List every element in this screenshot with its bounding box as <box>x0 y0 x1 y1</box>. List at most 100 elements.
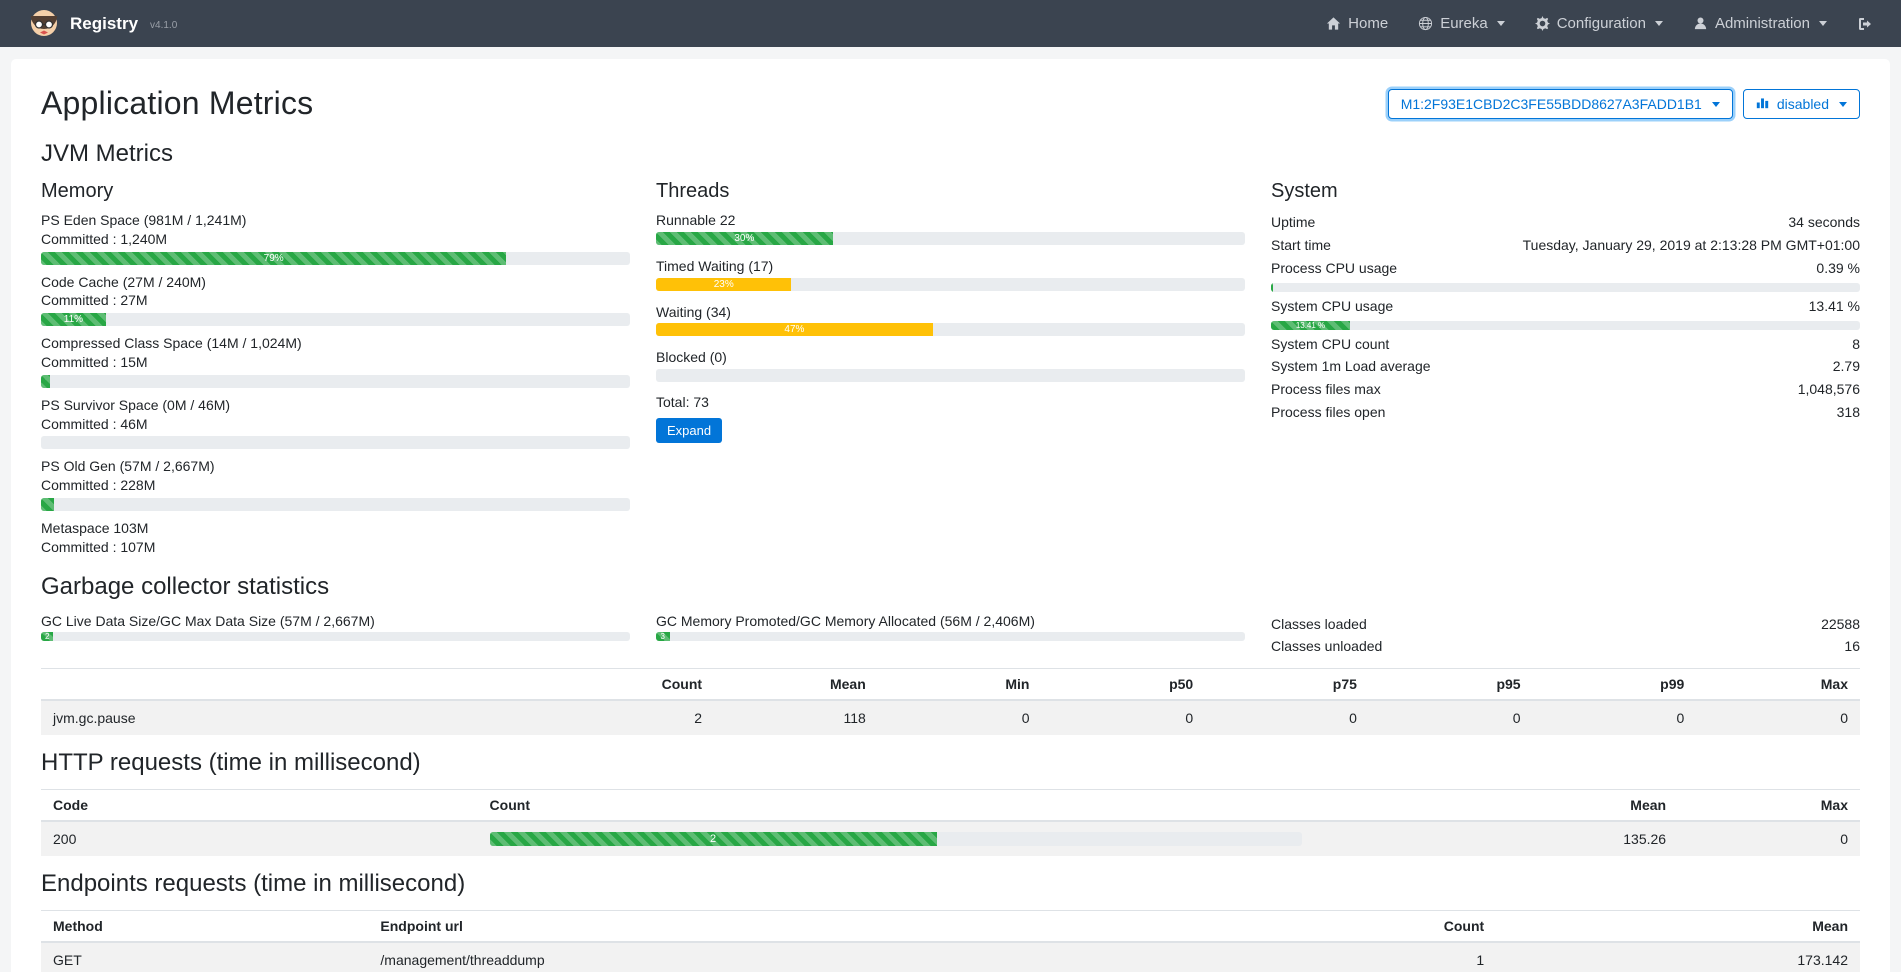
system-row-process-cpu: Process CPU usage 0.39 % <box>1271 257 1860 280</box>
progress-fill: 11% <box>41 313 106 326</box>
progress-label: 30% <box>734 233 754 244</box>
gc-live-data: GC Live Data Size/GC Max Data Size (57M … <box>41 613 630 659</box>
metric-title: Runnable 22 <box>656 211 1245 230</box>
metric-committed: Committed : 46M <box>41 415 630 434</box>
system-row-label: System CPU count <box>1271 335 1389 354</box>
nav-eureka-label: Eureka <box>1440 15 1488 32</box>
metric-title: Metaspace 103M <box>41 519 630 538</box>
user-icon <box>1693 16 1708 31</box>
progress-fill <box>41 375 50 388</box>
threads-heading: Threads <box>656 180 1245 203</box>
refresh-dropdown[interactable]: disabled <box>1743 89 1860 119</box>
instance-selector-label: M1:2F93E1CBD2C3FE55BDD8627A3FADD1B1 <box>1401 96 1702 112</box>
chevron-down-icon <box>1497 21 1505 26</box>
column-header-max: Max <box>1678 790 1860 822</box>
gc-memory-promoted-title: GC Memory Promoted/GC Memory Allocated (… <box>656 613 1245 630</box>
system-row-value: 13.41 % <box>1809 297 1860 316</box>
progress-fill: 47% <box>656 323 933 336</box>
progress-label: 47% <box>784 324 804 335</box>
nav-administration[interactable]: Administration <box>1693 15 1827 32</box>
column-header-count: Count <box>550 669 714 701</box>
system-row-value: 8 <box>1852 335 1860 354</box>
brand[interactable]: Registry v4.1.0 <box>28 6 177 41</box>
gc-grid: GC Live Data Size/GC Max Data Size (57M … <box>41 613 1860 659</box>
nav-configuration[interactable]: Configuration <box>1535 15 1663 32</box>
system-row-cpu-count: System CPU count 8 <box>1271 333 1860 356</box>
http-row-max: 0 <box>1678 821 1860 856</box>
system-row-files-max: Process files max 1,048,576 <box>1271 378 1860 401</box>
top-navbar: Registry v4.1.0 Home Eureka Configuratio… <box>0 0 1901 47</box>
navbar-menu: Home Eureka Configuration Administration <box>1326 15 1873 32</box>
metric-title: Code Cache (27M / 240M) <box>41 273 630 292</box>
metric-committed: Committed : 15M <box>41 353 630 372</box>
progress-bar <box>1271 283 1860 292</box>
gc-table-header-row: Count Mean Min p50 p75 p95 p99 Max <box>41 669 1860 701</box>
chevron-down-icon <box>1712 102 1720 107</box>
metric-title: Waiting (34) <box>656 303 1245 322</box>
metric-committed: Committed : 1,240M <box>41 230 630 249</box>
thread-metric-timed-waiting: Timed Waiting (17) 23% <box>656 257 1245 291</box>
classes-unloaded-row: Classes unloaded 16 <box>1271 635 1860 658</box>
system-row-label: System 1m Load average <box>1271 357 1431 376</box>
classes-unloaded-value: 16 <box>1844 637 1860 656</box>
column-header-mean: Mean <box>1314 790 1678 822</box>
column-header-p95: p95 <box>1369 669 1533 701</box>
http-row-count-cell: 2 <box>478 821 1315 856</box>
gc-row-count: 2 <box>550 700 714 735</box>
endpoint-method: GET <box>41 942 368 972</box>
instance-selector-dropdown[interactable]: M1:2F93E1CBD2C3FE55BDD8627A3FADD1B1 <box>1388 89 1733 119</box>
column-header-count: Count <box>478 790 1315 822</box>
progress-bar <box>656 369 1245 382</box>
gc-table: Count Mean Min p50 p75 p95 p99 Max jvm.g… <box>41 668 1860 735</box>
nav-configuration-label: Configuration <box>1557 15 1646 32</box>
system-heading: System <box>1271 180 1860 203</box>
column-header-endpoint-url: Endpoint url <box>368 911 1132 943</box>
http-requests-table: Code Count Mean Max 200 2 135.26 0 <box>41 789 1860 856</box>
system-row-label: System CPU usage <box>1271 297 1393 316</box>
expand-button[interactable]: Expand <box>656 418 722 443</box>
chevron-down-icon <box>1839 102 1847 107</box>
column-header-method: Method <box>41 911 368 943</box>
progress-fill: 2 <box>490 832 937 846</box>
gc-live-data-title: GC Live Data Size/GC Max Data Size (57M … <box>41 613 630 630</box>
nav-home-label: Home <box>1348 15 1388 32</box>
metric-title: Compressed Class Space (14M / 1,024M) <box>41 334 630 353</box>
memory-metric-metaspace: Metaspace 103M Committed : 107M <box>41 519 630 557</box>
progress-bar <box>41 375 630 388</box>
progress-bar: 13.41 % <box>1271 321 1860 330</box>
jhipster-logo-icon <box>28 6 60 41</box>
system-row-value: 2.79 <box>1833 357 1860 376</box>
page-header: Application Metrics M1:2F93E1CBD2C3FE55B… <box>41 85 1860 122</box>
progress-label: 79% <box>264 253 284 264</box>
classes-unloaded-label: Classes unloaded <box>1271 637 1382 656</box>
gc-metric-column-header <box>41 669 550 701</box>
nav-home[interactable]: Home <box>1326 15 1388 32</box>
thread-metric-blocked: Blocked (0) <box>656 348 1245 382</box>
progress-bar: 2 <box>41 632 630 641</box>
system-row-load-average: System 1m Load average 2.79 <box>1271 355 1860 378</box>
gc-row-p50: 0 <box>1041 700 1205 735</box>
system-section: System Uptime 34 seconds Start time Tues… <box>1271 180 1860 559</box>
header-actions: M1:2F93E1CBD2C3FE55BDD8627A3FADD1B1 disa… <box>1388 89 1860 119</box>
jvm-metrics-heading: JVM Metrics <box>41 140 1860 168</box>
system-row-value: 34 seconds <box>1788 213 1860 232</box>
gc-row-mean: 118 <box>714 700 878 735</box>
progress-fill: 30% <box>656 232 833 245</box>
nav-administration-label: Administration <box>1715 15 1810 32</box>
nav-eureka[interactable]: Eureka <box>1418 15 1505 32</box>
progress-bar <box>41 436 630 449</box>
table-row: 200 2 135.26 0 <box>41 821 1860 856</box>
progress-fill <box>41 498 54 511</box>
column-header-p99: p99 <box>1533 669 1697 701</box>
system-row-value: 318 <box>1837 403 1860 422</box>
system-row-label: Process files max <box>1271 380 1381 399</box>
progress-fill: 2 <box>41 632 53 641</box>
progress-label: 3 <box>661 632 665 641</box>
system-row-files-open: Process files open 318 <box>1271 401 1860 424</box>
progress-fill: 79% <box>41 252 506 265</box>
memory-section: Memory PS Eden Space (981M / 1,241M) Com… <box>41 180 630 559</box>
page-title: Application Metrics <box>41 85 313 122</box>
brand-name: Registry <box>70 14 138 34</box>
progress-fill <box>1271 283 1273 292</box>
logout-button[interactable] <box>1857 16 1873 32</box>
